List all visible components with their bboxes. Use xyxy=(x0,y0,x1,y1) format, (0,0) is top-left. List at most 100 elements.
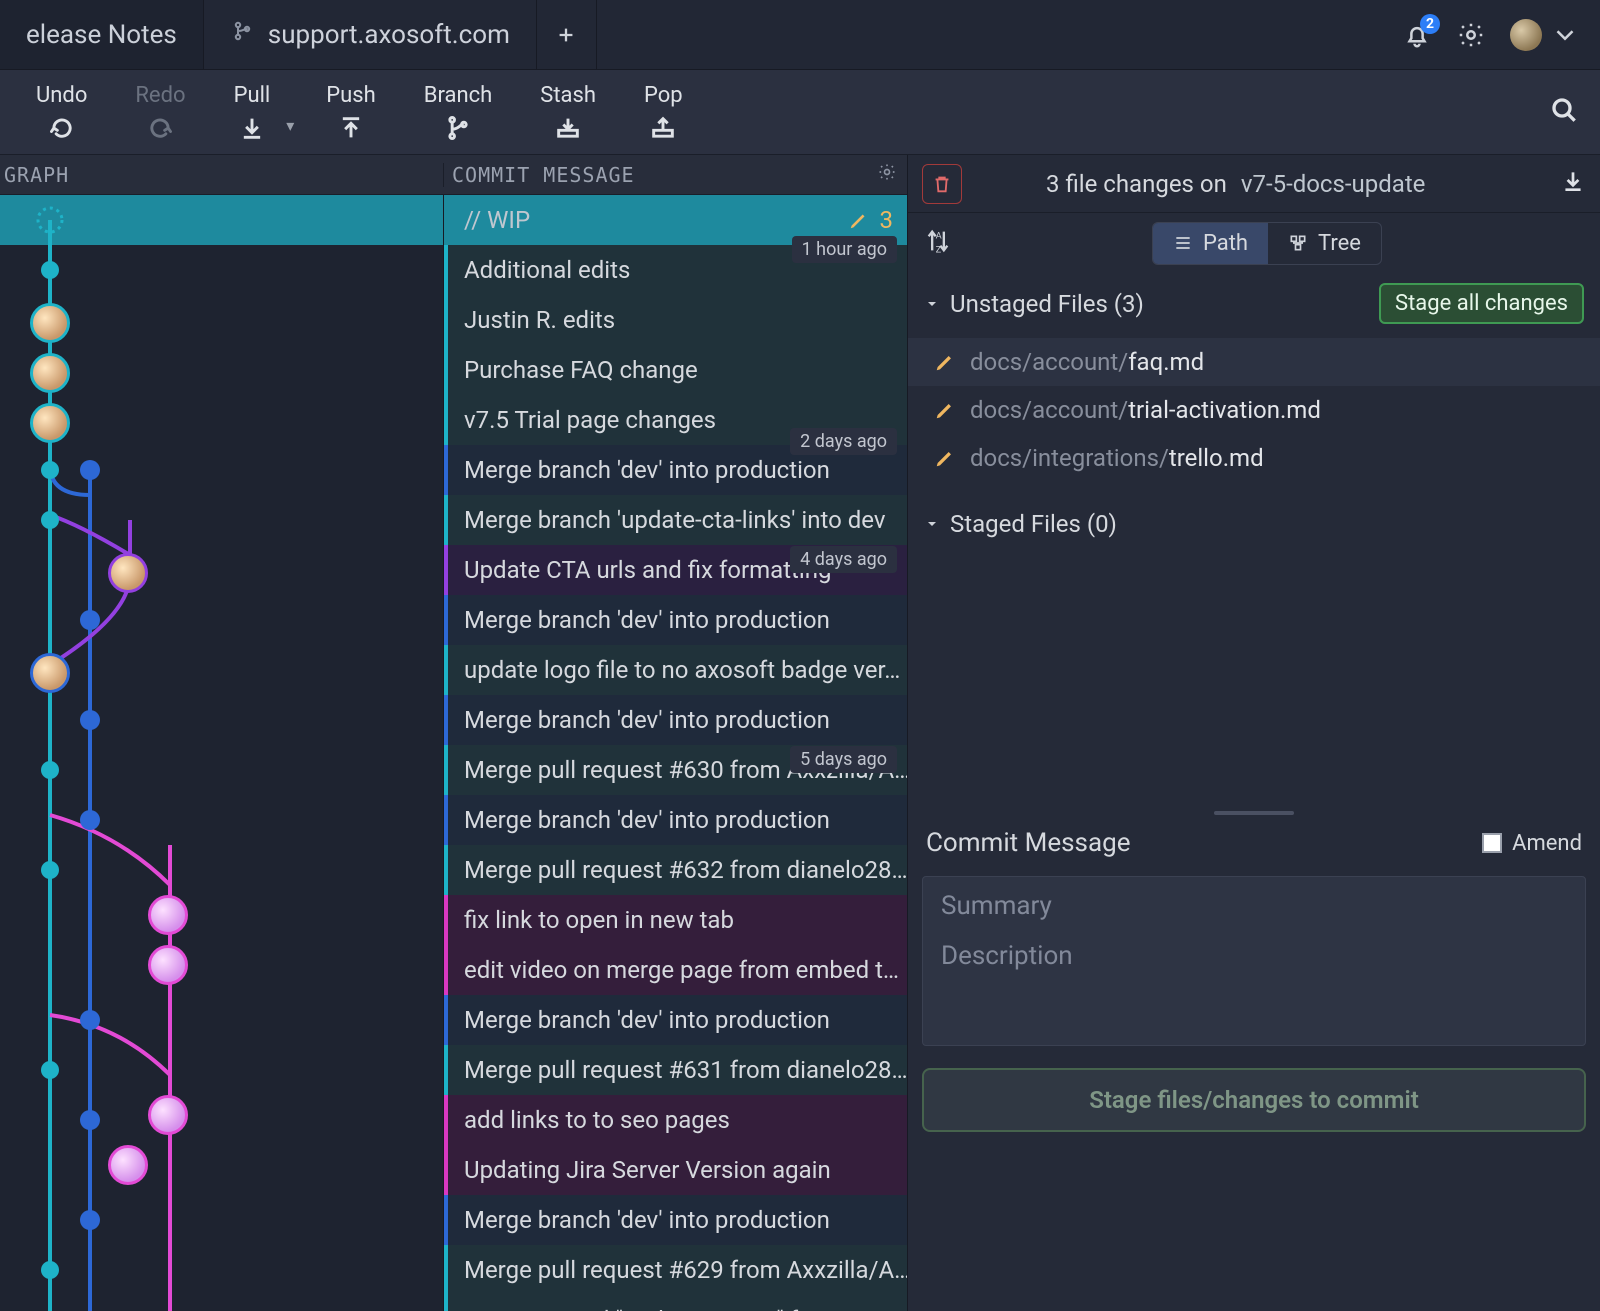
sort-button[interactable]: AZ xyxy=(924,227,952,260)
push-button[interactable]: Push xyxy=(302,75,399,150)
commit-row[interactable]: update logo file to no axosoft badge ver… xyxy=(0,645,907,695)
unstaged-file-list: docs/account/faq.mddocs/account/trial-ac… xyxy=(908,334,1600,500)
tab-support-axosoft[interactable]: support.axosoft.com xyxy=(204,0,537,69)
commit-row[interactable]: Merge branch 'dev' into production xyxy=(0,995,907,1045)
commit-message: fix link to open in new tab xyxy=(444,895,907,945)
search-button[interactable] xyxy=(1548,94,1580,131)
modified-icon xyxy=(934,447,956,469)
commit-button[interactable]: Stage files/changes to commit xyxy=(922,1068,1586,1132)
branch-button[interactable]: Branch xyxy=(400,75,516,150)
path-view-button[interactable]: Path xyxy=(1153,223,1268,264)
caret-down-icon xyxy=(924,516,940,532)
repo-icon xyxy=(230,19,254,50)
pull-dropdown[interactable]: ▾ xyxy=(286,116,302,135)
commit-row[interactable]: edit video on merge page from embed t… xyxy=(0,945,907,995)
commit-message: Merge branch 'dev' into production xyxy=(444,1195,907,1245)
undo-icon xyxy=(48,114,76,142)
gear-icon xyxy=(1456,20,1486,50)
stage-all-button[interactable]: Stage all changes xyxy=(1379,283,1584,324)
commit-row[interactable]: Merge branch 'update-cta-links' into dev xyxy=(0,495,907,545)
push-icon xyxy=(337,114,365,142)
pull-button[interactable]: Pull xyxy=(210,75,295,150)
commit-row[interactable]: Justin R. edits xyxy=(0,295,907,345)
avatar-icon xyxy=(1510,19,1542,51)
commit-row[interactable]: Merge pull request #631 from dianelo28… xyxy=(0,1045,907,1095)
pencil-icon xyxy=(848,209,870,231)
new-tab-button[interactable] xyxy=(537,0,597,69)
pop-icon xyxy=(649,114,677,142)
summary-input[interactable]: Summary xyxy=(941,891,1567,921)
svg-text:A: A xyxy=(936,230,942,241)
pop-button[interactable]: Pop xyxy=(620,75,707,150)
commit-avatar xyxy=(108,553,148,593)
commit-row[interactable]: Merge pull request #630 from Axxzilla/A…… xyxy=(0,745,907,795)
commit-row[interactable]: Remove word "Authentication" from pro… xyxy=(0,1295,907,1311)
redo-icon xyxy=(146,114,174,142)
commit-message: Remove word "Authentication" from pro… xyxy=(444,1295,907,1311)
commit-row[interactable]: Merge pull request #629 from Axxzilla/A… xyxy=(0,1245,907,1295)
commit-message-column-header: COMMIT MESSAGE xyxy=(452,163,635,187)
graph-column-header: GRAPH xyxy=(0,163,444,187)
commit-row[interactable]: Purchase FAQ change xyxy=(0,345,907,395)
commit-message: Merge branch 'dev' into production xyxy=(444,795,907,845)
graph-settings-button[interactable] xyxy=(877,162,897,187)
commit-message: Merge branch 'dev' into production xyxy=(444,995,907,1045)
view-mode-segment: Path Tree xyxy=(1152,222,1382,265)
commit-avatar xyxy=(148,895,188,935)
file-row[interactable]: docs/integrations/trello.md xyxy=(908,434,1600,482)
tab-label: support.axosoft.com xyxy=(268,20,510,50)
stash-button[interactable]: Stash xyxy=(516,75,620,150)
commit-row[interactable]: Additional edits xyxy=(0,245,907,295)
caret-down-icon xyxy=(924,296,940,312)
wip-row[interactable]: // WIP 3 1 hour ago xyxy=(0,195,907,245)
discard-changes-button[interactable] xyxy=(922,164,962,204)
file-row[interactable]: docs/account/trial-activation.md xyxy=(908,386,1600,434)
tab-release-notes[interactable]: elease Notes xyxy=(0,0,204,69)
staged-header[interactable]: Staged Files (0) xyxy=(908,500,1600,548)
download-button[interactable] xyxy=(1560,168,1586,199)
time-chip: 4 days ago xyxy=(790,546,897,573)
commit-avatar xyxy=(30,353,70,393)
branch-icon xyxy=(444,114,472,142)
commit-message: Justin R. edits xyxy=(444,295,907,345)
commit-row[interactable]: Merge branch 'dev' into production xyxy=(0,595,907,645)
file-name: faq.md xyxy=(1128,348,1204,376)
commit-avatar xyxy=(148,1095,188,1135)
commit-panel: 3 file changes on v7-5-docs-update AZ Pa… xyxy=(908,155,1600,1311)
graph-panel: GRAPH COMMIT MESSAGE xyxy=(0,155,908,1311)
notifications-button[interactable]: 2 xyxy=(1402,20,1432,50)
commit-row[interactable]: Merge branch 'dev' into production xyxy=(0,695,907,745)
tree-view-button[interactable]: Tree xyxy=(1268,223,1381,264)
file-dir: docs/account/ xyxy=(970,396,1128,424)
commit-message: update logo file to no axosoft badge ver… xyxy=(444,645,907,695)
commit-row[interactable]: add links to to seo pages xyxy=(0,1095,907,1145)
redo-button[interactable]: Redo xyxy=(111,75,209,150)
user-menu[interactable] xyxy=(1510,19,1580,51)
commit-message: Merge branch 'update-cta-links' into dev xyxy=(444,495,907,545)
commit-message: Purchase FAQ change xyxy=(444,345,907,395)
commit-row[interactable]: Merge branch 'dev' into production xyxy=(0,1195,907,1245)
unstaged-header[interactable]: Unstaged Files (3) Stage all changes xyxy=(908,273,1600,334)
commit-avatar xyxy=(30,653,70,693)
svg-text:Z: Z xyxy=(936,244,942,254)
commit-row[interactable]: Merge branch 'dev' into production xyxy=(0,795,907,845)
wip-change-count: 3 xyxy=(880,206,894,234)
sort-icon: AZ xyxy=(924,227,952,255)
chevron-down-icon xyxy=(1550,20,1580,50)
commit-input-area[interactable]: Summary Description xyxy=(922,876,1586,1046)
commit-message: Updating Jira Server Version again xyxy=(444,1145,907,1195)
file-dir: docs/integrations/ xyxy=(970,444,1169,472)
panel-resizer[interactable] xyxy=(908,808,1600,818)
commit-row[interactable]: fix link to open in new tab xyxy=(0,895,907,945)
file-row[interactable]: docs/account/faq.md xyxy=(908,338,1600,386)
description-input[interactable]: Description xyxy=(941,941,1567,971)
commit-row[interactable]: v7.5 Trial page changes xyxy=(0,395,907,445)
amend-checkbox[interactable]: Amend xyxy=(1482,831,1582,856)
undo-button[interactable]: Undo xyxy=(12,75,111,150)
commit-message: add links to to seo pages xyxy=(444,1095,907,1145)
commit-row[interactable]: Merge pull request #632 from dianelo28… xyxy=(0,845,907,895)
commit-row[interactable]: Merge branch 'dev' into production2 days… xyxy=(0,445,907,495)
settings-button[interactable] xyxy=(1456,20,1486,50)
commit-avatar xyxy=(148,945,188,985)
commit-message: Merge pull request #631 from dianelo28… xyxy=(444,1045,907,1095)
